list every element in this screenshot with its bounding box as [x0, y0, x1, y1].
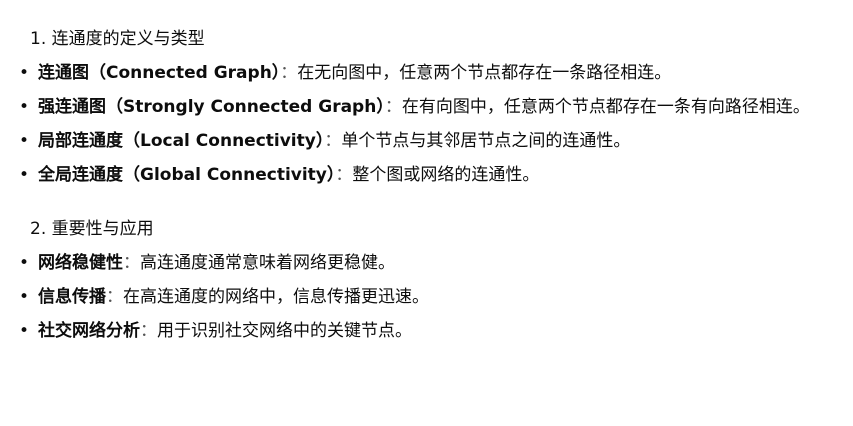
- term-label: 连通图（Connected Graph）: [38, 63, 281, 83]
- list-item: • 强连通图（Strongly Connected Graph）：在有向图中，任…: [0, 90, 853, 124]
- section-heading-definitions: 1. 连通度的定义与类型: [30, 29, 205, 49]
- term-label: 社交网络分析: [38, 321, 140, 341]
- term-label: 局部连通度（Local Connectivity）: [38, 131, 325, 151]
- list-item: • 全局连通度（Global Connectivity）：整个图或网络的连通性。: [0, 158, 853, 192]
- list-item: • 社交网络分析：用于识别社交网络中的关键节点。: [0, 314, 853, 348]
- bullet-icon: •: [18, 165, 30, 185]
- separator: ：: [335, 165, 353, 185]
- term-description: 单个节点与其邻居节点之间的连通性。: [341, 131, 631, 151]
- separator: ：: [384, 97, 402, 117]
- bullet-icon: •: [18, 321, 30, 341]
- term-label: 全局连通度（Global Connectivity）: [38, 165, 336, 185]
- term-label: 强连通图（Strongly Connected Graph）: [38, 97, 385, 117]
- bullet-icon: •: [18, 131, 30, 151]
- bullet-icon: •: [18, 287, 30, 307]
- bullet-icon: •: [18, 253, 30, 273]
- term-description: 整个图或网络的连通性。: [352, 165, 540, 185]
- term-description: 在高连通度的网络中，信息传播更迅速。: [123, 287, 429, 307]
- document: 1. 连通度的定义与类型 • 连通图（Connected Graph）：在无向图…: [0, 0, 853, 426]
- separator: ：: [140, 321, 157, 341]
- section-heading-importance: 2. 重要性与应用: [30, 219, 154, 239]
- term-label: 信息传播: [38, 287, 106, 307]
- separator: ：: [123, 253, 140, 273]
- list-item: • 局部连通度（Local Connectivity）：单个节点与其邻居节点之间…: [0, 124, 853, 158]
- separator: ：: [280, 63, 298, 83]
- separator: ：: [106, 287, 123, 307]
- term-description: 在无向图中，任意两个节点都存在一条路径相连。: [297, 63, 672, 83]
- term-description: 在有向图中，任意两个节点都存在一条有向路径相连。: [401, 97, 810, 117]
- separator: ：: [324, 131, 342, 151]
- bullet-icon: •: [18, 97, 30, 117]
- list-item: • 连通图（Connected Graph）：在无向图中，任意两个节点都存在一条…: [0, 56, 853, 90]
- list-item: • 信息传播：在高连通度的网络中，信息传播更迅速。: [0, 280, 853, 314]
- list-item: • 网络稳健性：高连通度通常意味着网络更稳健。: [0, 246, 853, 280]
- term-description: 用于识别社交网络中的关键节点。: [157, 321, 412, 341]
- definitions-list: • 连通图（Connected Graph）：在无向图中，任意两个节点都存在一条…: [0, 56, 853, 192]
- term-label: 网络稳健性: [38, 253, 123, 273]
- importance-list: • 网络稳健性：高连通度通常意味着网络更稳健。 • 信息传播：在高连通度的网络中…: [0, 246, 853, 348]
- term-description: 高连通度通常意味着网络更稳健。: [140, 253, 395, 273]
- bullet-icon: •: [18, 63, 30, 83]
